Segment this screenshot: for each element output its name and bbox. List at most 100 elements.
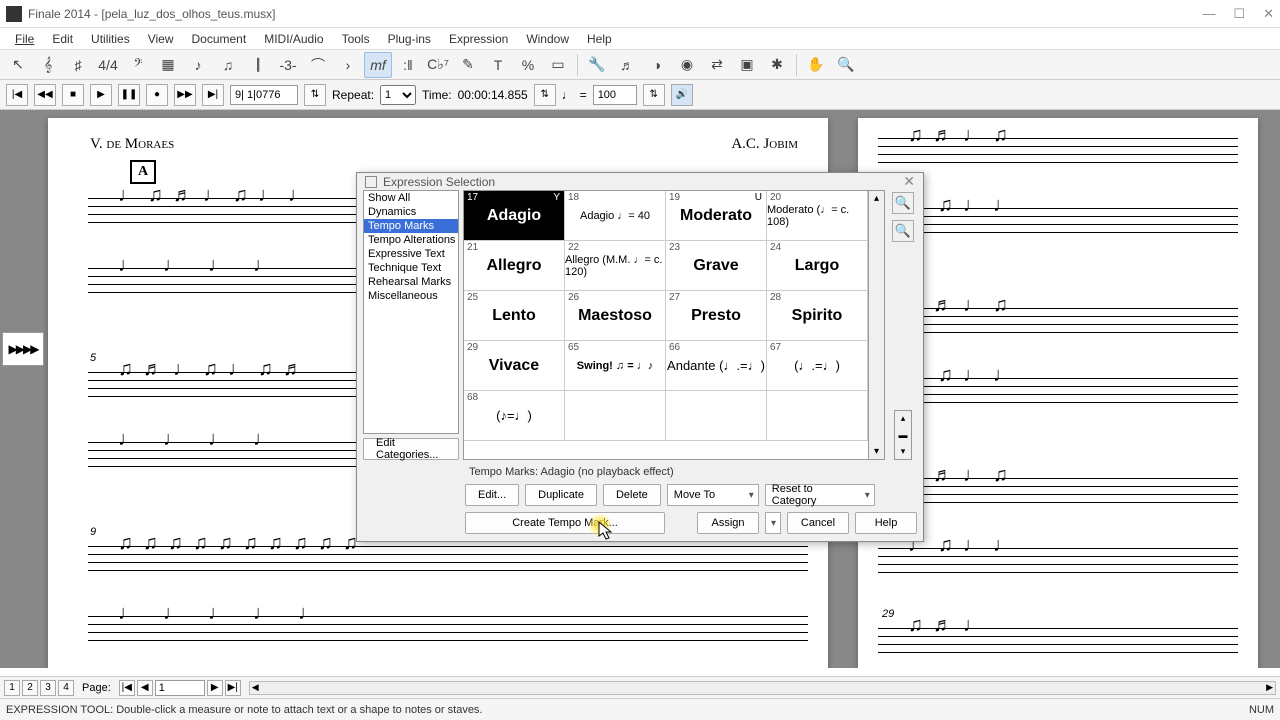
assign-dropdown[interactable] xyxy=(765,512,781,534)
selection-tool-icon[interactable]: ↖ xyxy=(4,52,32,78)
maximize-icon[interactable]: ☐ xyxy=(1233,6,1245,22)
play-icon[interactable]: ▶ xyxy=(90,84,112,106)
expression-cell[interactable]: 19UModerato xyxy=(666,191,767,241)
menu-midi-audio[interactable]: MIDI/Audio xyxy=(255,32,332,46)
measure-counter-input[interactable] xyxy=(230,85,298,105)
expression-cell[interactable]: 22Allegro (M.M. ♩= c. 120) xyxy=(565,241,666,291)
page-tab-1[interactable]: 1 xyxy=(4,680,20,696)
move-to-select[interactable]: Move To xyxy=(667,484,759,506)
horizontal-scrollbar[interactable]: ◀▶ xyxy=(249,681,1276,695)
expression-cell[interactable]: 21Allegro xyxy=(464,241,565,291)
page-last-icon[interactable]: ▶| xyxy=(225,680,241,696)
create-tempo-mark-button[interactable]: Create Tempo Mark... xyxy=(465,512,665,534)
menu-file[interactable]: File xyxy=(6,32,43,46)
midi-tool-icon[interactable]: ◉ xyxy=(673,52,701,78)
tool-a-icon[interactable]: 🔧 xyxy=(583,52,611,78)
expression-cell[interactable]: 27Presto xyxy=(666,291,767,341)
expression-cell[interactable]: 26Maestoso xyxy=(565,291,666,341)
page-layout-icon[interactable]: ▭ xyxy=(544,52,572,78)
clef-tool-icon[interactable]: 𝄢 xyxy=(124,52,152,78)
expression-cell[interactable]: 17YAdagio xyxy=(464,191,565,241)
close-icon[interactable]: ✕ xyxy=(1263,6,1274,22)
edit-button[interactable]: Edit... xyxy=(465,484,519,506)
chord-tool-icon[interactable]: C♭⁷ xyxy=(424,52,452,78)
mirror-tool-icon[interactable]: ▣ xyxy=(733,52,761,78)
tempo-stepper-icon[interactable]: ⇅ xyxy=(643,84,665,106)
cancel-button[interactable]: Cancel xyxy=(787,512,849,534)
expression-cell[interactable]: 25Lento xyxy=(464,291,565,341)
dialog-close-icon[interactable]: ✕ xyxy=(903,173,915,190)
page-tab-4[interactable]: 4 xyxy=(58,680,74,696)
page-number-input[interactable] xyxy=(155,680,205,696)
expression-cell[interactable]: 68(♪=♩) xyxy=(464,391,565,441)
tempo-input[interactable] xyxy=(593,85,637,105)
edit-categories-button[interactable]: Edit Categories... xyxy=(363,438,459,460)
layer-flap[interactable]: ▶▶▶▶ xyxy=(2,332,44,366)
time-stepper-icon[interactable]: ⇅ xyxy=(534,84,556,106)
category-list[interactable]: Show AllDynamicsTempo MarksTempo Alterat… xyxy=(363,190,459,434)
page-next-icon[interactable]: ▶ xyxy=(207,680,223,696)
zoom-tool-icon[interactable]: 🔍 xyxy=(832,52,860,78)
speedy-entry-icon[interactable]: ♫ xyxy=(214,52,242,78)
expression-cell[interactable]: 20Moderato (♩= c. 108) xyxy=(767,191,868,241)
menu-document[interactable]: Document xyxy=(183,32,256,46)
time-sig-tool-icon[interactable]: 4/4 xyxy=(94,52,122,78)
expression-cell[interactable]: 65Swing! ♫ = ♩♪ xyxy=(565,341,666,391)
grid-scrollbar[interactable]: ▴▾ xyxy=(869,190,885,460)
zoom-in-icon[interactable]: 🔍 xyxy=(892,192,914,214)
category-item[interactable]: Show All xyxy=(364,191,458,205)
expression-cell[interactable]: 18Adagio ♩= 40 xyxy=(565,191,666,241)
lyrics-tool-icon[interactable]: ✎ xyxy=(454,52,482,78)
menu-utilities[interactable]: Utilities xyxy=(82,32,139,46)
articulation-icon[interactable]: › xyxy=(334,52,362,78)
text-tool-icon[interactable]: T xyxy=(484,52,512,78)
category-item[interactable]: Rehearsal Marks xyxy=(364,275,458,289)
menu-window[interactable]: Window xyxy=(517,32,578,46)
category-item[interactable]: Tempo Alterations xyxy=(364,233,458,247)
expression-cell[interactable]: 24Largo xyxy=(767,241,868,291)
delete-button[interactable]: Delete xyxy=(603,484,661,506)
category-item[interactable]: Dynamics xyxy=(364,205,458,219)
page-prev-icon[interactable]: ◀ xyxy=(137,680,153,696)
menu-view[interactable]: View xyxy=(139,32,183,46)
repeat-select[interactable]: 1 xyxy=(380,85,416,105)
category-item[interactable]: Tempo Marks xyxy=(364,219,458,233)
category-item[interactable]: Expressive Text xyxy=(364,247,458,261)
stepper-icon[interactable]: ⇅ xyxy=(304,84,326,106)
menu-help[interactable]: Help xyxy=(578,32,621,46)
zoom-scroll[interactable]: ▴▬▾ xyxy=(894,410,912,460)
record-icon[interactable]: ● xyxy=(146,84,168,106)
staff-tool-icon[interactable]: 𝄞 xyxy=(34,52,62,78)
category-item[interactable]: Miscellaneous xyxy=(364,289,458,303)
page-first-icon[interactable]: |◀ xyxy=(119,680,135,696)
expression-cell[interactable]: 66Andante (♩.=♩) xyxy=(666,341,767,391)
resize-tool-icon[interactable]: % xyxy=(514,52,542,78)
note-mover-icon[interactable]: ⇄ xyxy=(703,52,731,78)
assign-button[interactable]: Assign xyxy=(697,512,759,534)
menu-edit[interactable]: Edit xyxy=(43,32,82,46)
minimize-icon[interactable]: — xyxy=(1202,6,1215,22)
key-sig-tool-icon[interactable]: ♯ xyxy=(64,52,92,78)
expression-cell[interactable]: 23Grave xyxy=(666,241,767,291)
measure-tool-icon[interactable]: ▦ xyxy=(154,52,182,78)
zoom-out-icon[interactable]: 🔍 xyxy=(892,220,914,242)
repeat-tool-icon[interactable]: :‖ xyxy=(394,52,422,78)
graphics-tool-icon[interactable]: ◑ xyxy=(643,52,671,78)
menu-expression[interactable]: Expression xyxy=(440,32,517,46)
reset-category-select[interactable]: Reset to Category xyxy=(765,484,875,506)
speaker-icon[interactable]: 🔊 xyxy=(671,84,693,106)
rewind-start-icon[interactable]: |◀ xyxy=(6,84,28,106)
menu-plugins[interactable]: Plug-ins xyxy=(379,32,440,46)
forward-end-icon[interactable]: ▶| xyxy=(202,84,224,106)
expression-cell[interactable]: 28Spirito xyxy=(767,291,868,341)
fast-forward-icon[interactable]: ▶▶ xyxy=(174,84,196,106)
rewind-icon[interactable]: ◀◀ xyxy=(34,84,56,106)
expression-cell[interactable]: 67(♩.=♩) xyxy=(767,341,868,391)
ossia-tool-icon[interactable]: ♬ xyxy=(613,52,641,78)
stop-icon[interactable]: ■ xyxy=(62,84,84,106)
dialog-titlebar[interactable]: Expression Selection ✕ xyxy=(357,173,923,190)
pause-icon[interactable]: ❚❚ xyxy=(118,84,140,106)
special-tools-icon[interactable]: ✱ xyxy=(763,52,791,78)
expression-cell[interactable]: 29Vivace xyxy=(464,341,565,391)
duplicate-button[interactable]: Duplicate xyxy=(525,484,597,506)
